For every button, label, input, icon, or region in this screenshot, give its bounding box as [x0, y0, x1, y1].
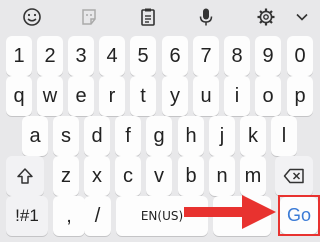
key-d[interactable]: d: [84, 116, 110, 156]
key-4[interactable]: 4: [99, 36, 125, 76]
key-comma[interactable]: ,: [53, 196, 85, 236]
settings-icon[interactable]: [254, 5, 278, 29]
key-a[interactable]: a: [22, 116, 48, 156]
key-1[interactable]: 1: [6, 36, 32, 76]
sticker-icon[interactable]: [77, 5, 101, 29]
shift-key[interactable]: [6, 156, 44, 196]
key-b[interactable]: b: [178, 156, 204, 196]
key-h[interactable]: h: [178, 116, 204, 156]
key-6[interactable]: 6: [162, 36, 188, 76]
keyboard-toolbar: [0, 0, 320, 34]
key-7[interactable]: 7: [193, 36, 219, 76]
key-slash[interactable]: /: [84, 196, 111, 236]
chevron-down-icon[interactable]: [292, 7, 312, 27]
key-m[interactable]: m: [240, 156, 266, 196]
key-q[interactable]: q: [6, 76, 32, 116]
key-p[interactable]: p: [287, 76, 313, 116]
key-t[interactable]: t: [130, 76, 156, 116]
key-w[interactable]: w: [37, 76, 63, 116]
key-f[interactable]: f: [115, 116, 141, 156]
backspace-icon: [283, 168, 304, 184]
key-0[interactable]: 0: [287, 36, 313, 76]
key-z[interactable]: z: [53, 156, 79, 196]
key-r[interactable]: r: [99, 76, 125, 116]
key-n[interactable]: n: [209, 156, 235, 196]
key-i[interactable]: i: [224, 76, 250, 116]
key-u[interactable]: u: [193, 76, 219, 116]
shift-icon: [17, 168, 33, 184]
key-3[interactable]: 3: [68, 36, 94, 76]
key-5[interactable]: 5: [130, 36, 156, 76]
clipboard-icon[interactable]: [136, 5, 160, 29]
key-o[interactable]: o: [255, 76, 281, 116]
key-8[interactable]: 8: [224, 36, 250, 76]
key-g[interactable]: g: [146, 116, 172, 156]
key-y[interactable]: y: [162, 76, 188, 116]
key-period[interactable]: [213, 196, 271, 236]
key-c[interactable]: c: [115, 156, 141, 196]
symbols-key[interactable]: !#1: [6, 196, 48, 236]
key-9[interactable]: 9: [255, 36, 281, 76]
key-e[interactable]: e: [68, 76, 94, 116]
key-j[interactable]: j: [209, 116, 235, 156]
space-key[interactable]: EN(US): [116, 196, 208, 236]
key-l[interactable]: l: [271, 116, 297, 156]
key-x[interactable]: x: [84, 156, 110, 196]
key-v[interactable]: v: [146, 156, 172, 196]
backspace-key[interactable]: [275, 156, 313, 196]
key-k[interactable]: k: [240, 116, 266, 156]
key-2[interactable]: 2: [37, 36, 63, 76]
go-key[interactable]: Go: [280, 197, 318, 234]
microphone-icon[interactable]: [194, 5, 218, 29]
key-s[interactable]: s: [53, 116, 79, 156]
emoji-icon[interactable]: [20, 5, 44, 29]
